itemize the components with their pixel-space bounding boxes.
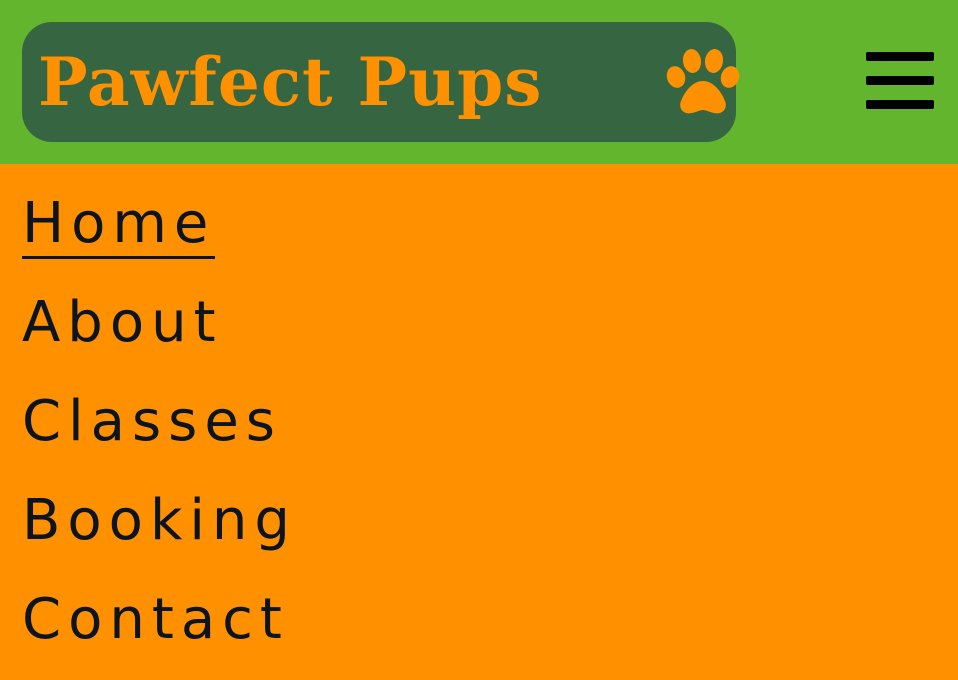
hamburger-bar [866, 76, 934, 85]
brand-name: Pawfect Pups [38, 43, 543, 121]
nav-item-classes[interactable]: Classes [22, 390, 282, 454]
site-header: Pawfect Pups [0, 0, 958, 164]
nav-item-about[interactable]: About [22, 291, 223, 355]
hamburger-menu-button[interactable] [866, 48, 934, 112]
nav-item-booking[interactable]: Booking [22, 489, 297, 553]
hamburger-bar [866, 100, 934, 109]
nav-item-contact[interactable]: Contact [22, 588, 289, 652]
paw-icon [666, 49, 740, 114]
hamburger-bar [866, 52, 934, 61]
brand-logo[interactable]: Pawfect Pups [22, 22, 740, 142]
nav-item-home[interactable]: Home [22, 192, 216, 259]
